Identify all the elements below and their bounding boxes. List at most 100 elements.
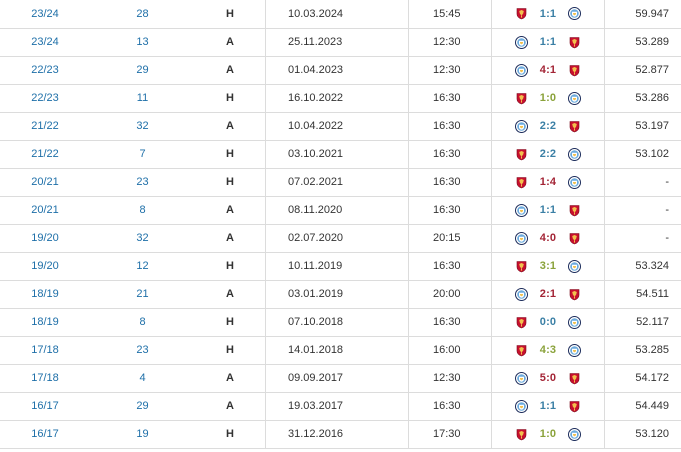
- round-link[interactable]: 32: [136, 120, 148, 132]
- time-cell: 16:00: [408, 336, 492, 365]
- season-cell: 18/19: [0, 308, 90, 337]
- venue-cell: H: [195, 84, 266, 113]
- round-link[interactable]: 8: [139, 204, 145, 216]
- season-link[interactable]: 21/22: [31, 120, 59, 132]
- round-link[interactable]: 8: [139, 316, 145, 328]
- score-link[interactable]: 4:3: [537, 344, 559, 356]
- date-cell: 08.11.2020: [265, 196, 409, 225]
- table-row: 19/20 32 A 02.07.2020 20:15 4:0 -: [0, 224, 681, 253]
- liverpool-crest-icon[interactable]: [568, 36, 581, 49]
- man-city-crest-icon[interactable]: [515, 119, 528, 133]
- round-link[interactable]: 29: [136, 400, 148, 412]
- score-link[interactable]: 1:0: [537, 92, 559, 104]
- round-link[interactable]: 23: [136, 344, 148, 356]
- score-link[interactable]: 2:2: [537, 148, 559, 160]
- match-cell: 1:1: [491, 0, 605, 29]
- round-link[interactable]: 7: [139, 148, 145, 160]
- score-link[interactable]: 1:1: [537, 8, 559, 20]
- liverpool-crest-icon[interactable]: [515, 316, 528, 329]
- man-city-crest-icon[interactable]: [515, 287, 528, 301]
- liverpool-crest-icon[interactable]: [515, 92, 528, 105]
- man-city-crest-icon[interactable]: [568, 7, 581, 21]
- score-link[interactable]: 1:0: [537, 428, 559, 440]
- table-row: 20/21 23 H 07.02.2021 16:30 1:4 -: [0, 168, 681, 197]
- match-cell: 1:1: [491, 196, 605, 225]
- season-link[interactable]: 21/22: [31, 148, 59, 160]
- attendance-cell: 54.511: [604, 280, 681, 309]
- round-link[interactable]: 28: [136, 8, 148, 20]
- liverpool-crest-icon[interactable]: [568, 288, 581, 301]
- man-city-crest-icon[interactable]: [515, 35, 528, 49]
- round-link[interactable]: 12: [136, 260, 148, 272]
- liverpool-crest-icon[interactable]: [515, 260, 528, 273]
- liverpool-crest-icon[interactable]: [568, 120, 581, 133]
- season-link[interactable]: 17/18: [31, 372, 59, 384]
- match-cell: 0:0: [491, 308, 605, 337]
- season-link[interactable]: 17/18: [31, 344, 59, 356]
- man-city-crest-icon[interactable]: [515, 231, 528, 245]
- round-link[interactable]: 21: [136, 288, 148, 300]
- match-history-body: 23/24 28 H 10.03.2024 15:45 1:1 59.947 2…: [0, 0, 681, 449]
- man-city-crest-icon[interactable]: [568, 427, 581, 441]
- score-link[interactable]: 5:0: [537, 372, 559, 384]
- liverpool-crest-icon[interactable]: [515, 7, 528, 20]
- season-link[interactable]: 16/17: [31, 428, 59, 440]
- date-cell: 07.02.2021: [265, 168, 409, 197]
- score-link[interactable]: 1:1: [537, 36, 559, 48]
- time-cell: 16:30: [408, 252, 492, 281]
- round-link[interactable]: 32: [136, 232, 148, 244]
- season-cell: 16/17: [0, 420, 90, 449]
- liverpool-crest-icon[interactable]: [568, 64, 581, 77]
- man-city-crest-icon[interactable]: [568, 259, 581, 273]
- score-link[interactable]: 2:2: [537, 120, 559, 132]
- liverpool-crest-icon[interactable]: [515, 428, 528, 441]
- score-link[interactable]: 4:1: [537, 64, 559, 76]
- season-link[interactable]: 23/24: [31, 8, 59, 20]
- liverpool-crest-icon[interactable]: [568, 232, 581, 245]
- season-link[interactable]: 19/20: [31, 260, 59, 272]
- season-link[interactable]: 18/19: [31, 288, 59, 300]
- round-link[interactable]: 4: [139, 372, 145, 384]
- man-city-crest-icon[interactable]: [568, 147, 581, 161]
- season-link[interactable]: 18/19: [31, 316, 59, 328]
- season-link[interactable]: 20/21: [31, 204, 59, 216]
- score-link[interactable]: 0:0: [537, 316, 559, 328]
- season-link[interactable]: 22/23: [31, 92, 59, 104]
- date-cell: 19.03.2017: [265, 392, 409, 421]
- liverpool-crest-icon[interactable]: [568, 204, 581, 217]
- man-city-crest-icon[interactable]: [515, 399, 528, 413]
- date-cell: 31.12.2016: [265, 420, 409, 449]
- round-link[interactable]: 13: [136, 36, 148, 48]
- man-city-crest-icon[interactable]: [568, 343, 581, 357]
- liverpool-crest-icon[interactable]: [515, 344, 528, 357]
- season-link[interactable]: 20/21: [31, 176, 59, 188]
- score-link[interactable]: 3:1: [537, 260, 559, 272]
- venue-cell: H: [195, 336, 266, 365]
- liverpool-crest-icon[interactable]: [515, 148, 528, 161]
- score-link[interactable]: 4:0: [537, 232, 559, 244]
- round-link[interactable]: 11: [137, 92, 148, 104]
- venue-cell: A: [195, 280, 266, 309]
- season-link[interactable]: 19/20: [31, 232, 59, 244]
- score-link[interactable]: 1:4: [537, 176, 559, 188]
- round-link[interactable]: 23: [136, 176, 148, 188]
- man-city-crest-icon[interactable]: [515, 203, 528, 217]
- round-cell: 32: [90, 224, 195, 253]
- liverpool-crest-icon[interactable]: [568, 372, 581, 385]
- season-link[interactable]: 16/17: [31, 400, 59, 412]
- attendance-cell: -: [604, 224, 681, 253]
- liverpool-crest-icon[interactable]: [515, 176, 528, 189]
- season-link[interactable]: 22/23: [31, 64, 59, 76]
- man-city-crest-icon[interactable]: [515, 63, 528, 77]
- man-city-crest-icon[interactable]: [515, 371, 528, 385]
- liverpool-crest-icon[interactable]: [568, 400, 581, 413]
- round-link[interactable]: 19: [136, 428, 148, 440]
- man-city-crest-icon[interactable]: [568, 315, 581, 329]
- score-link[interactable]: 1:1: [537, 204, 559, 216]
- score-link[interactable]: 2:1: [537, 288, 559, 300]
- man-city-crest-icon[interactable]: [568, 175, 581, 189]
- man-city-crest-icon[interactable]: [568, 91, 581, 105]
- round-link[interactable]: 29: [136, 64, 148, 76]
- score-link[interactable]: 1:1: [537, 400, 559, 412]
- season-link[interactable]: 23/24: [31, 36, 59, 48]
